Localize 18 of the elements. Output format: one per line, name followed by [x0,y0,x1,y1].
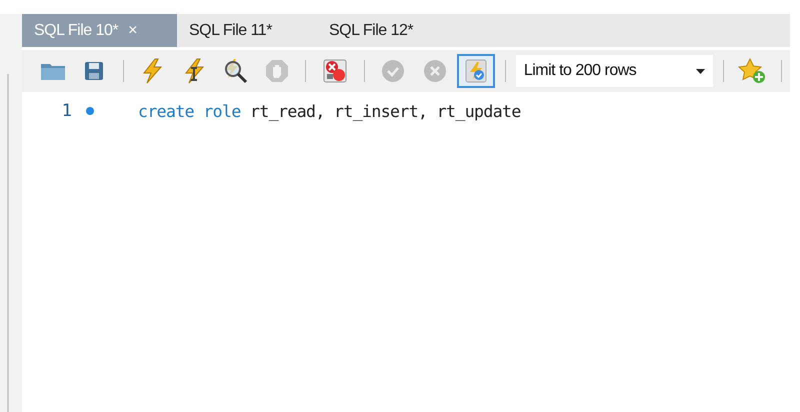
lightning-check-icon [465,59,488,83]
lightning-icon [141,58,164,84]
cancel-icon [422,59,447,83]
line-number: 1 [60,101,72,121]
autocommit-button[interactable] [457,54,495,88]
code-line: create role rt_read, rt_insert, rt_update [138,102,521,120]
lightning-cursor-icon [182,58,205,84]
caret-icon [696,68,705,74]
save-icon [84,61,104,81]
stop-error-icon [323,59,347,83]
editor-tab[interactable]: SQL File 12* [317,14,459,47]
magnifier-icon [222,58,248,84]
stop-hand-icon [264,59,289,83]
editor-tab[interactable]: SQL File 11* [177,14,317,47]
star-plus-icon [738,58,766,84]
row-limit-dropdown[interactable]: Limit to 200 rows [516,55,713,87]
folder-icon [40,61,66,81]
check-icon [381,59,406,83]
